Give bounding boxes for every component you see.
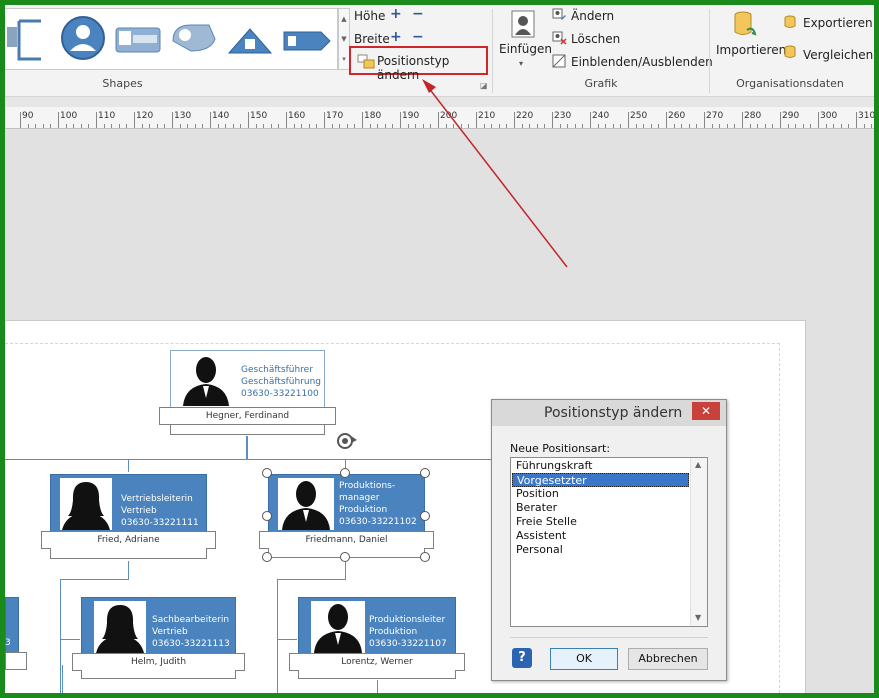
app-window: ▲ ▼ ▾ Höhe + − Breite + − Positionstyp ä… (5, 5, 874, 693)
ok-button[interactable]: OK (550, 648, 618, 670)
cancel-button[interactable]: Abbrechen (628, 648, 708, 670)
list-item[interactable]: Assistent (512, 529, 689, 543)
annotation-arrow (422, 79, 568, 268)
list-item[interactable]: Freie Stelle (512, 515, 689, 529)
position-type-list[interactable]: Führungskraft Vorgesetzter Position Bera… (510, 457, 708, 627)
list-item-selected[interactable]: Vorgesetzter (512, 473, 689, 487)
list-item[interactable]: Position (512, 487, 689, 501)
dialog-title: Positionstyp ändern (544, 405, 683, 421)
list-label: Neue Positionsart: (510, 442, 611, 455)
scroll-down-icon[interactable]: ▼ (695, 613, 701, 622)
list-item[interactable]: Personal (512, 543, 689, 557)
help-button[interactable]: ? (512, 648, 532, 668)
dialog-titlebar[interactable]: Positionstyp ändern ✕ (492, 400, 726, 426)
position-type-dialog: Positionstyp ändern ✕ Neue Positionsart:… (491, 399, 727, 681)
list-item[interactable]: Führungskraft (512, 459, 689, 473)
scroll-up-icon[interactable]: ▲ (695, 460, 701, 469)
list-item[interactable]: Berater (512, 501, 689, 515)
list-scrollbar[interactable]: ▲ ▼ (690, 458, 707, 626)
close-icon[interactable]: ✕ (692, 402, 720, 420)
